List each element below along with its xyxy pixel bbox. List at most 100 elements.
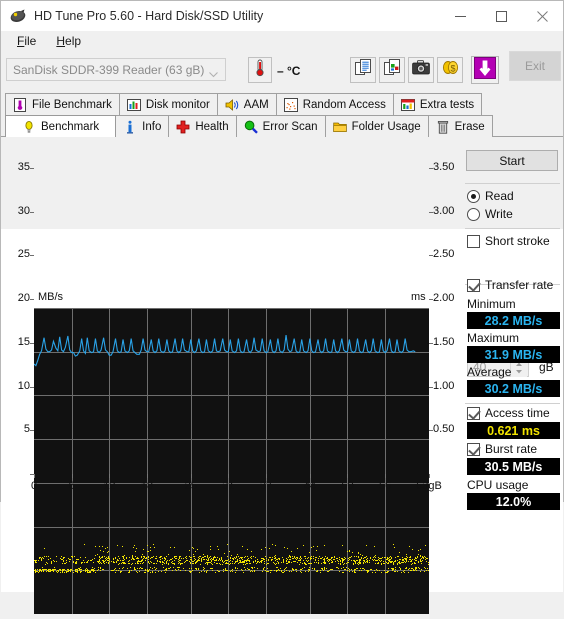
radio-write[interactable]: Write xyxy=(467,207,513,221)
burst-rate-label: Burst rate xyxy=(485,442,538,456)
minimum-value: 28.2 MB/s xyxy=(467,312,560,329)
divider-1 xyxy=(465,183,560,184)
menu-bar: File Help xyxy=(1,31,563,51)
tab-disk-monitor-label: Disk monitor xyxy=(145,98,210,111)
thermometer-icon xyxy=(252,59,268,82)
minimize-icon[interactable] xyxy=(440,1,481,31)
close-icon[interactable] xyxy=(522,1,563,31)
maximize-icon[interactable] xyxy=(481,1,522,31)
tab-extra-tests[interactable]: Extra tests xyxy=(392,93,483,115)
tab-file-benchmark-label: File Benchmark xyxy=(32,98,112,111)
checkbox-short-stroke[interactable]: Short stroke xyxy=(467,234,550,248)
checkbox-burst-rate[interactable]: Burst rate xyxy=(467,442,537,456)
tab-benchmark[interactable]: Benchmark xyxy=(5,115,117,137)
short-stroke-checkbox-icon xyxy=(467,234,480,248)
radio-read-icon xyxy=(467,189,480,203)
copy-image-button[interactable] xyxy=(379,57,405,83)
svg-text:$: $ xyxy=(450,63,455,73)
tab-disk-monitor[interactable]: Disk monitor xyxy=(118,93,218,115)
tab-info[interactable]: Info xyxy=(115,115,170,137)
divider-2 xyxy=(465,228,560,229)
chart-x-tick-6: 6 xyxy=(68,480,75,492)
maximum-value: 31.9 MB/s xyxy=(467,346,560,363)
average-label: Average xyxy=(467,365,512,379)
drive-select[interactable]: SanDisk SDDR-399 Reader (63 gB) xyxy=(6,58,226,81)
chart-y2-tickmark xyxy=(429,386,433,388)
chart-y2-tickmark xyxy=(429,255,433,257)
average-value: 30.2 MB/s xyxy=(467,380,560,397)
folder-usage-icon xyxy=(332,122,347,132)
hd-tune-window: HD Tune Pro 5.60 - Hard Disk/SSD Utility… xyxy=(0,0,564,614)
copy-text-button[interactable] xyxy=(350,57,376,83)
chart-x-tickmark xyxy=(72,474,73,478)
chart-y2-tick-3.00: 3.00 xyxy=(433,204,455,217)
random-access-icon xyxy=(283,97,298,112)
screenshot-button[interactable] xyxy=(408,57,434,83)
money-icon: $ xyxy=(442,59,459,81)
chart-x-tick-12: 12 xyxy=(103,480,116,492)
copy-text-icon xyxy=(354,59,372,81)
tab-error-scan[interactable]: Error Scan xyxy=(235,115,326,137)
chart-y2-tick-1.50: 1.50 xyxy=(433,335,455,348)
checkbox-transfer-rate[interactable]: Transfer rate xyxy=(467,278,553,292)
download-arrow-icon xyxy=(474,56,496,84)
aam-speaker-icon xyxy=(225,98,239,111)
copy-image-icon xyxy=(383,59,401,81)
temperature-button[interactable] xyxy=(248,57,272,83)
chart-x-tickmark xyxy=(147,474,148,478)
chart-x-tickmark xyxy=(34,474,35,478)
chart-y-tickmark xyxy=(30,299,34,301)
access-time-value: 0.621 ms xyxy=(467,422,560,439)
file-benchmark-icon xyxy=(14,97,26,112)
disk-monitor-icon xyxy=(126,98,141,111)
chart-y2-tickmark xyxy=(429,430,433,432)
chart-y2-tickmark xyxy=(429,211,433,213)
money-button[interactable]: $ xyxy=(437,57,463,83)
chart-y2-tickmark xyxy=(429,168,433,169)
chart-y-tickmark xyxy=(30,211,34,213)
radio-write-label: Write xyxy=(485,207,513,221)
menu-help-rest: elp xyxy=(65,34,82,48)
menu-item-file[interactable]: File xyxy=(7,32,46,50)
tab-row-upper: File Benchmark Disk monitor AAM Random A… xyxy=(5,93,483,115)
burst-rate-value: 30.5 MB/s xyxy=(467,458,560,475)
radio-read[interactable]: Read xyxy=(467,189,514,203)
tab-folder-usage-label: Folder Usage xyxy=(351,120,421,133)
chart-y-tickmark xyxy=(30,386,34,388)
download-button[interactable] xyxy=(471,56,499,84)
chart-x-tickmark xyxy=(347,474,348,478)
checkbox-access-time[interactable]: Access time xyxy=(467,406,550,420)
tab-health[interactable]: Health xyxy=(168,115,237,137)
menu-item-help[interactable]: Help xyxy=(46,32,91,50)
options-panel: Start Read Write Short stroke 40 gB Tran… xyxy=(463,141,563,510)
chart-x-tick-18: 18 xyxy=(140,480,153,492)
tab-benchmark-label: Benchmark xyxy=(41,120,100,133)
tab-extra-tests-label: Extra tests xyxy=(419,98,475,111)
tab-random-access[interactable]: Random Access xyxy=(275,93,394,115)
maximum-label: Maximum xyxy=(467,331,520,345)
chart-x-tickmark xyxy=(266,474,267,478)
tab-folder-usage[interactable]: Folder Usage xyxy=(324,115,429,137)
error-scan-magnifier-icon xyxy=(244,120,258,134)
tab-aam-label: AAM xyxy=(243,98,269,111)
chart-x-tick-31: 31 xyxy=(222,480,235,492)
tab-file-benchmark[interactable]: File Benchmark xyxy=(5,93,120,115)
tab-erase[interactable]: Erase xyxy=(427,115,493,137)
minimum-label: Minimum xyxy=(467,297,516,311)
tab-info-label: Info xyxy=(142,120,162,133)
erase-trash-icon xyxy=(437,120,448,134)
access-time-checkbox-icon xyxy=(467,406,480,420)
cpu-usage-label: CPU usage xyxy=(467,478,529,492)
chart-y-tickmark xyxy=(30,430,34,432)
chart-x-tick-56: 56 xyxy=(378,480,392,492)
start-button[interactable]: Start xyxy=(466,150,558,171)
chart-plot-area xyxy=(33,308,430,614)
exit-button[interactable]: Exit xyxy=(509,51,561,81)
tab-aam[interactable]: AAM xyxy=(216,93,277,115)
access-time-label: Access time xyxy=(485,406,550,420)
tab-health-label: Health xyxy=(195,120,229,133)
chart-y2-tick-1.00: 1.00 xyxy=(433,379,455,392)
chevron-down-icon xyxy=(209,67,218,81)
chart-y-tick-20: 20 xyxy=(17,292,30,305)
info-icon xyxy=(127,120,134,133)
